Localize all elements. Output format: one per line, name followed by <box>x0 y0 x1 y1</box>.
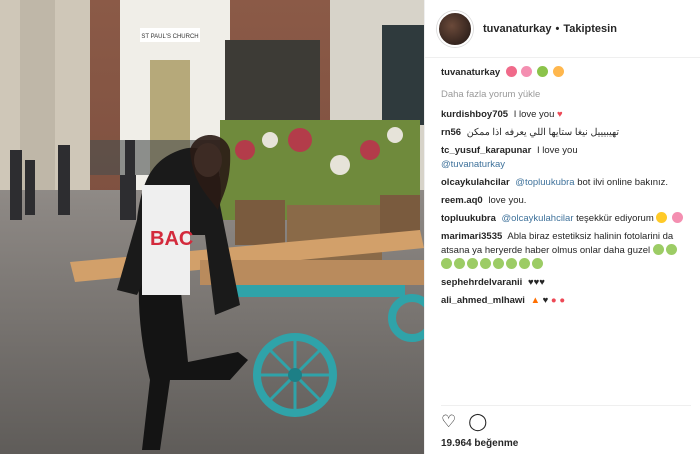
comment-text: I love you <box>513 109 555 120</box>
caption: tuvanaturkay <box>441 66 690 80</box>
flower-icon <box>505 66 517 77</box>
load-more-comments[interactable]: Daha fazla yorum yükle <box>441 88 690 102</box>
caption-user[interactable]: tuvanaturkay <box>441 67 500 78</box>
comment: olcaykulahcilar @topluukubra bot ilvi on… <box>441 176 690 190</box>
blossom-icon <box>672 212 684 223</box>
follow-state[interactable]: Takiptesin <box>563 23 617 35</box>
comment-user[interactable]: tc_yusuf_karapunar <box>441 145 531 156</box>
black-heart-icon: ♥♥♥ <box>527 277 545 288</box>
comment-text: I love you <box>536 145 578 156</box>
nauseated-face-icon <box>480 258 491 269</box>
comment-panel: tuvanaturkay • Takiptesin tuvanaturkay D… <box>424 0 700 454</box>
fire-icon: ▲ <box>530 295 540 306</box>
comment-text: تهيبيييل نيغا ستايها اللي يعرفه اذا ممكن <box>466 127 620 138</box>
nauseated-face-icon <box>493 258 504 269</box>
comment-user[interactable]: rn56 <box>441 127 461 138</box>
nauseated-face-icon <box>532 258 543 269</box>
comment-user[interactable]: sephehrdelvaranii <box>441 277 522 288</box>
comment: sephehrdelvaranii ♥♥♥ <box>441 276 690 290</box>
avatar[interactable] <box>437 10 473 47</box>
comment-text: teşekkür ediyorum <box>576 213 654 224</box>
comment-user[interactable]: topluukubra <box>441 213 496 224</box>
comment-list: tuvanaturkay Daha fazla yorum yükle kurd… <box>441 66 690 312</box>
comment-mention[interactable]: @tuvanaturkay <box>441 159 505 170</box>
comment-user[interactable]: olcaykulahcilar <box>441 177 510 188</box>
header-dot: • <box>555 22 560 35</box>
action-bar: ♡ ◯ <box>441 405 691 432</box>
comment-text: love you. <box>488 195 527 206</box>
comment: topluukubra @olcaykulahcilar teşekkür ed… <box>441 212 690 226</box>
comment-user[interactable]: kurdishboy705 <box>441 109 508 120</box>
shirt-text: BAC <box>150 228 193 250</box>
post-header: tuvanaturkay • Takiptesin <box>425 0 700 58</box>
comment: ali_ahmed_mlhawi ▲ ♥ ● ● <box>441 294 690 308</box>
heart-eyes-icon <box>656 212 668 223</box>
lips-icon: ● <box>550 295 557 306</box>
header-username[interactable]: tuvanaturkay <box>483 23 551 35</box>
comment: kurdishboy705 I love you ♥ <box>441 108 690 122</box>
comment: reem.aq0 love you. <box>441 194 690 208</box>
nauseated-face-icon <box>441 258 452 269</box>
comment-user[interactable]: reem.aq0 <box>441 195 483 206</box>
bouquet-icon <box>552 66 564 77</box>
nauseated-face-icon <box>519 258 530 269</box>
nauseated-face-icon <box>467 258 478 269</box>
comment: marimari3535 Abla biraz estetiksiz halin… <box>441 230 690 272</box>
comment: tc_yusuf_karapunar I love you @tuvanatur… <box>441 144 690 172</box>
nauseated-face-icon <box>506 258 517 269</box>
comment-mention[interactable]: @olcaykulahcilar <box>502 213 574 224</box>
likes-count[interactable]: 19.964 beğenme <box>441 438 518 449</box>
comment-mention[interactable]: @topluukubra <box>515 177 574 188</box>
nauseated-face-icon <box>652 244 664 255</box>
comment-text: bot ilvi online bakınız. <box>577 177 669 188</box>
blossom-icon <box>521 66 533 77</box>
heart-icon: ♥ <box>557 109 563 120</box>
heart-outline-icon[interactable]: ♡ <box>441 412 456 432</box>
church-sign-text: ST PAUL'S CHURCH <box>141 34 198 40</box>
kiss-icon: ● <box>559 295 566 306</box>
comment-icon[interactable]: ◯ <box>468 412 487 432</box>
nauseated-face-icon <box>454 258 465 269</box>
comment-user[interactable]: ali_ahmed_mlhawi <box>441 295 525 306</box>
comment: rn56 تهيبيييل نيغا ستايها اللي يعرفه اذا… <box>441 126 690 140</box>
nauseated-face-icon <box>665 244 677 255</box>
post-photo: ST PAUL'S CHURCH BAC <box>0 0 424 454</box>
black-heart-icon: ♥ <box>542 295 549 306</box>
herb-icon <box>537 66 549 77</box>
comment-user[interactable]: marimari3535 <box>441 231 502 242</box>
